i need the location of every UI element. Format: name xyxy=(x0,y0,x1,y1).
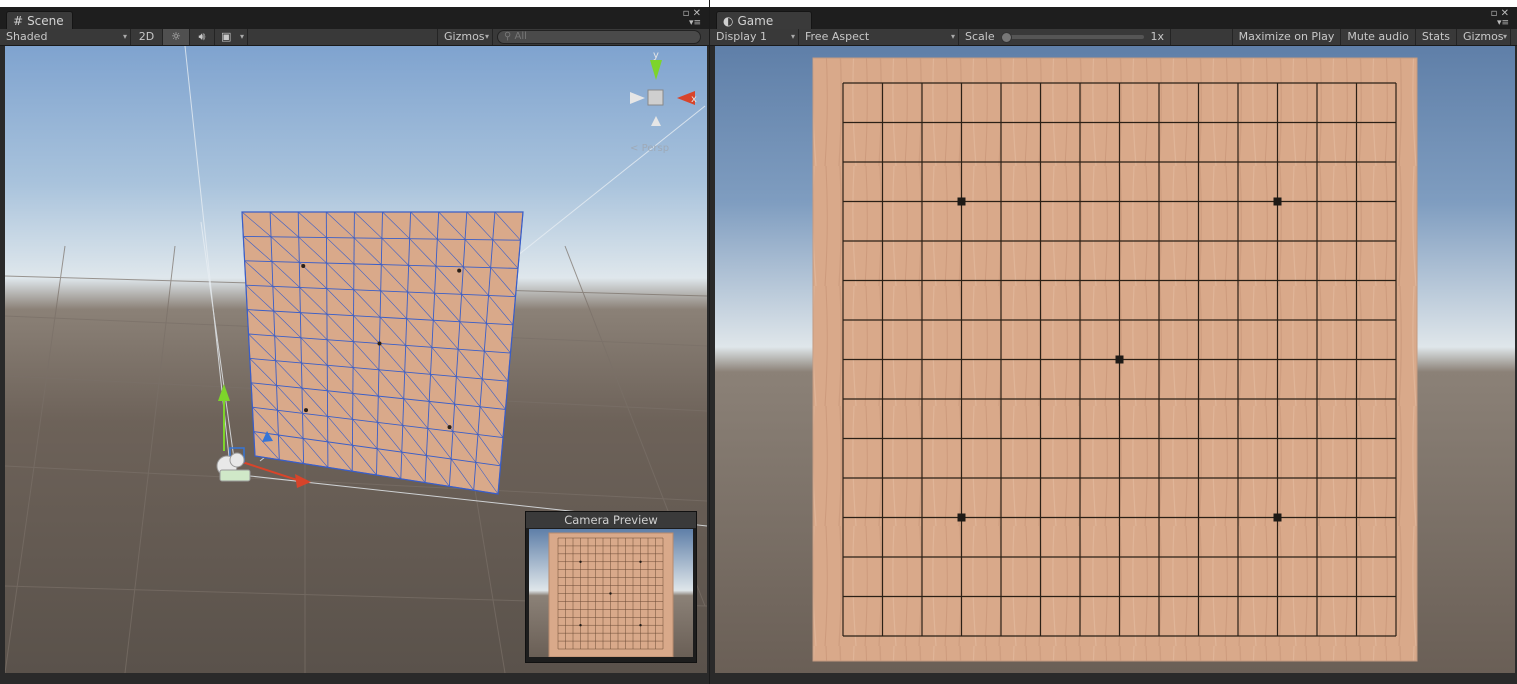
effects-dropdown[interactable]: ▣ xyxy=(215,29,248,45)
scene-panel: # Scene ▫ ✕ ▾≡ Shaded 2D ☼ 🔊︎ ▣ Gizmos ⚲… xyxy=(0,0,709,684)
toggle-2d-button[interactable]: 2D xyxy=(131,29,163,45)
camera-preview-image xyxy=(529,529,693,657)
search-icon: ⚲ xyxy=(504,31,512,42)
scene-toolbar: Shaded 2D ☼ 🔊︎ ▣ Gizmos ⚲ All xyxy=(0,29,709,46)
aspect-dropdown[interactable]: Free Aspect xyxy=(799,29,959,45)
scale-slider[interactable] xyxy=(1000,32,1145,43)
image-icon: ▣ xyxy=(221,30,232,43)
camera-preview: Camera Preview xyxy=(525,511,697,663)
mini-star-point xyxy=(639,560,642,563)
orientation-gizmo[interactable]: y x < Persp xyxy=(630,50,697,154)
camera-preview-render xyxy=(548,532,674,657)
aspect-label: Free Aspect xyxy=(805,30,870,43)
mute-audio-toggle[interactable]: Mute audio xyxy=(1341,29,1416,45)
scene-star-point xyxy=(457,268,462,273)
scale-slider-thumb[interactable] xyxy=(1000,32,1012,43)
axis-y-label: y xyxy=(653,50,659,61)
mute-audio-label: Mute audio xyxy=(1347,30,1409,43)
display-label: Display 1 xyxy=(716,30,768,43)
game-gizmos-dropdown[interactable]: Gizmos xyxy=(1457,29,1511,45)
camera-preview-title: Camera Preview xyxy=(526,512,696,528)
speaker-icon: 🔊︎ xyxy=(198,30,206,43)
game-gizmos-label: Gizmos xyxy=(1463,30,1504,43)
scene-star-point xyxy=(304,408,309,413)
scene-tab[interactable]: # Scene xyxy=(6,11,73,30)
scene-star-point xyxy=(447,425,452,430)
game-tab-label: Game xyxy=(737,14,774,28)
game-render xyxy=(812,57,1418,662)
view-mode-label[interactable]: < Persp xyxy=(630,143,669,154)
sun-icon: ☼ xyxy=(171,30,181,43)
scene-search-input[interactable]: ⚲ All xyxy=(497,30,701,44)
scale-control: Scale 1x xyxy=(959,29,1171,45)
star-point xyxy=(1273,513,1282,522)
mini-star-point xyxy=(579,624,582,627)
panel-menu-icon[interactable]: ▾≡ xyxy=(689,18,701,28)
scene-star-point xyxy=(301,264,306,269)
lighting-toggle-button[interactable]: ☼ xyxy=(163,29,190,45)
game-controller-icon: ◐ xyxy=(723,14,734,28)
camera-gizmo-icon[interactable] xyxy=(216,452,251,482)
scene-gizmos-dropdown[interactable]: Gizmos xyxy=(437,29,493,45)
scene-star-point xyxy=(377,341,382,346)
game-toolbar: Display 1 Free Aspect Scale 1x Maximize … xyxy=(710,29,1517,46)
axis-x-label: x xyxy=(691,94,697,105)
scene-bottom-strip xyxy=(0,673,709,684)
scale-value: 1x xyxy=(1150,30,1164,43)
game-top-strip xyxy=(710,0,1517,7)
game-panel-menu-icon[interactable]: ▾≡ xyxy=(1497,18,1509,28)
audio-toggle-button[interactable]: 🔊︎ xyxy=(190,29,215,45)
scene-window-controls: ▫ ✕ ▾≡ xyxy=(683,9,701,28)
scene-grid-icon: # xyxy=(13,14,24,28)
board-mesh[interactable] xyxy=(241,211,524,495)
mini-star-point xyxy=(609,592,612,595)
star-point xyxy=(957,197,966,206)
scale-label: Scale xyxy=(965,30,995,43)
scene-tab-label: Scene xyxy=(27,14,64,28)
search-placeholder: All xyxy=(514,31,527,42)
game-viewport[interactable] xyxy=(715,46,1515,673)
star-point xyxy=(1115,355,1124,364)
shading-mode-dropdown[interactable]: Shaded xyxy=(0,29,131,45)
maximize-on-play-label: Maximize on Play xyxy=(1238,30,1335,43)
mini-star-point xyxy=(639,624,642,627)
game-tab-row: ◐ Game ▫ ✕ ▾≡ xyxy=(710,7,1517,30)
game-window-controls: ▫ ✕ ▾≡ xyxy=(1491,9,1509,28)
mini-star-point xyxy=(579,560,582,563)
game-bottom-strip xyxy=(710,673,1517,684)
stats-toggle[interactable]: Stats xyxy=(1416,29,1457,45)
scene-tab-row: # Scene ▫ ✕ ▾≡ xyxy=(0,7,709,30)
star-point xyxy=(957,513,966,522)
game-panel: ◐ Game ▫ ✕ ▾≡ Display 1 Free Aspect Scal… xyxy=(710,0,1517,684)
game-tab[interactable]: ◐ Game xyxy=(716,11,812,30)
display-dropdown[interactable]: Display 1 xyxy=(710,29,799,45)
top-strip xyxy=(0,0,709,7)
star-point xyxy=(1273,197,1282,206)
stats-label: Stats xyxy=(1421,30,1450,43)
scene-gizmos-label: Gizmos xyxy=(444,30,485,43)
toggle-2d-label: 2D xyxy=(138,30,155,43)
maximize-on-play-toggle[interactable]: Maximize on Play xyxy=(1231,29,1342,45)
shading-mode-label: Shaded xyxy=(6,30,48,43)
